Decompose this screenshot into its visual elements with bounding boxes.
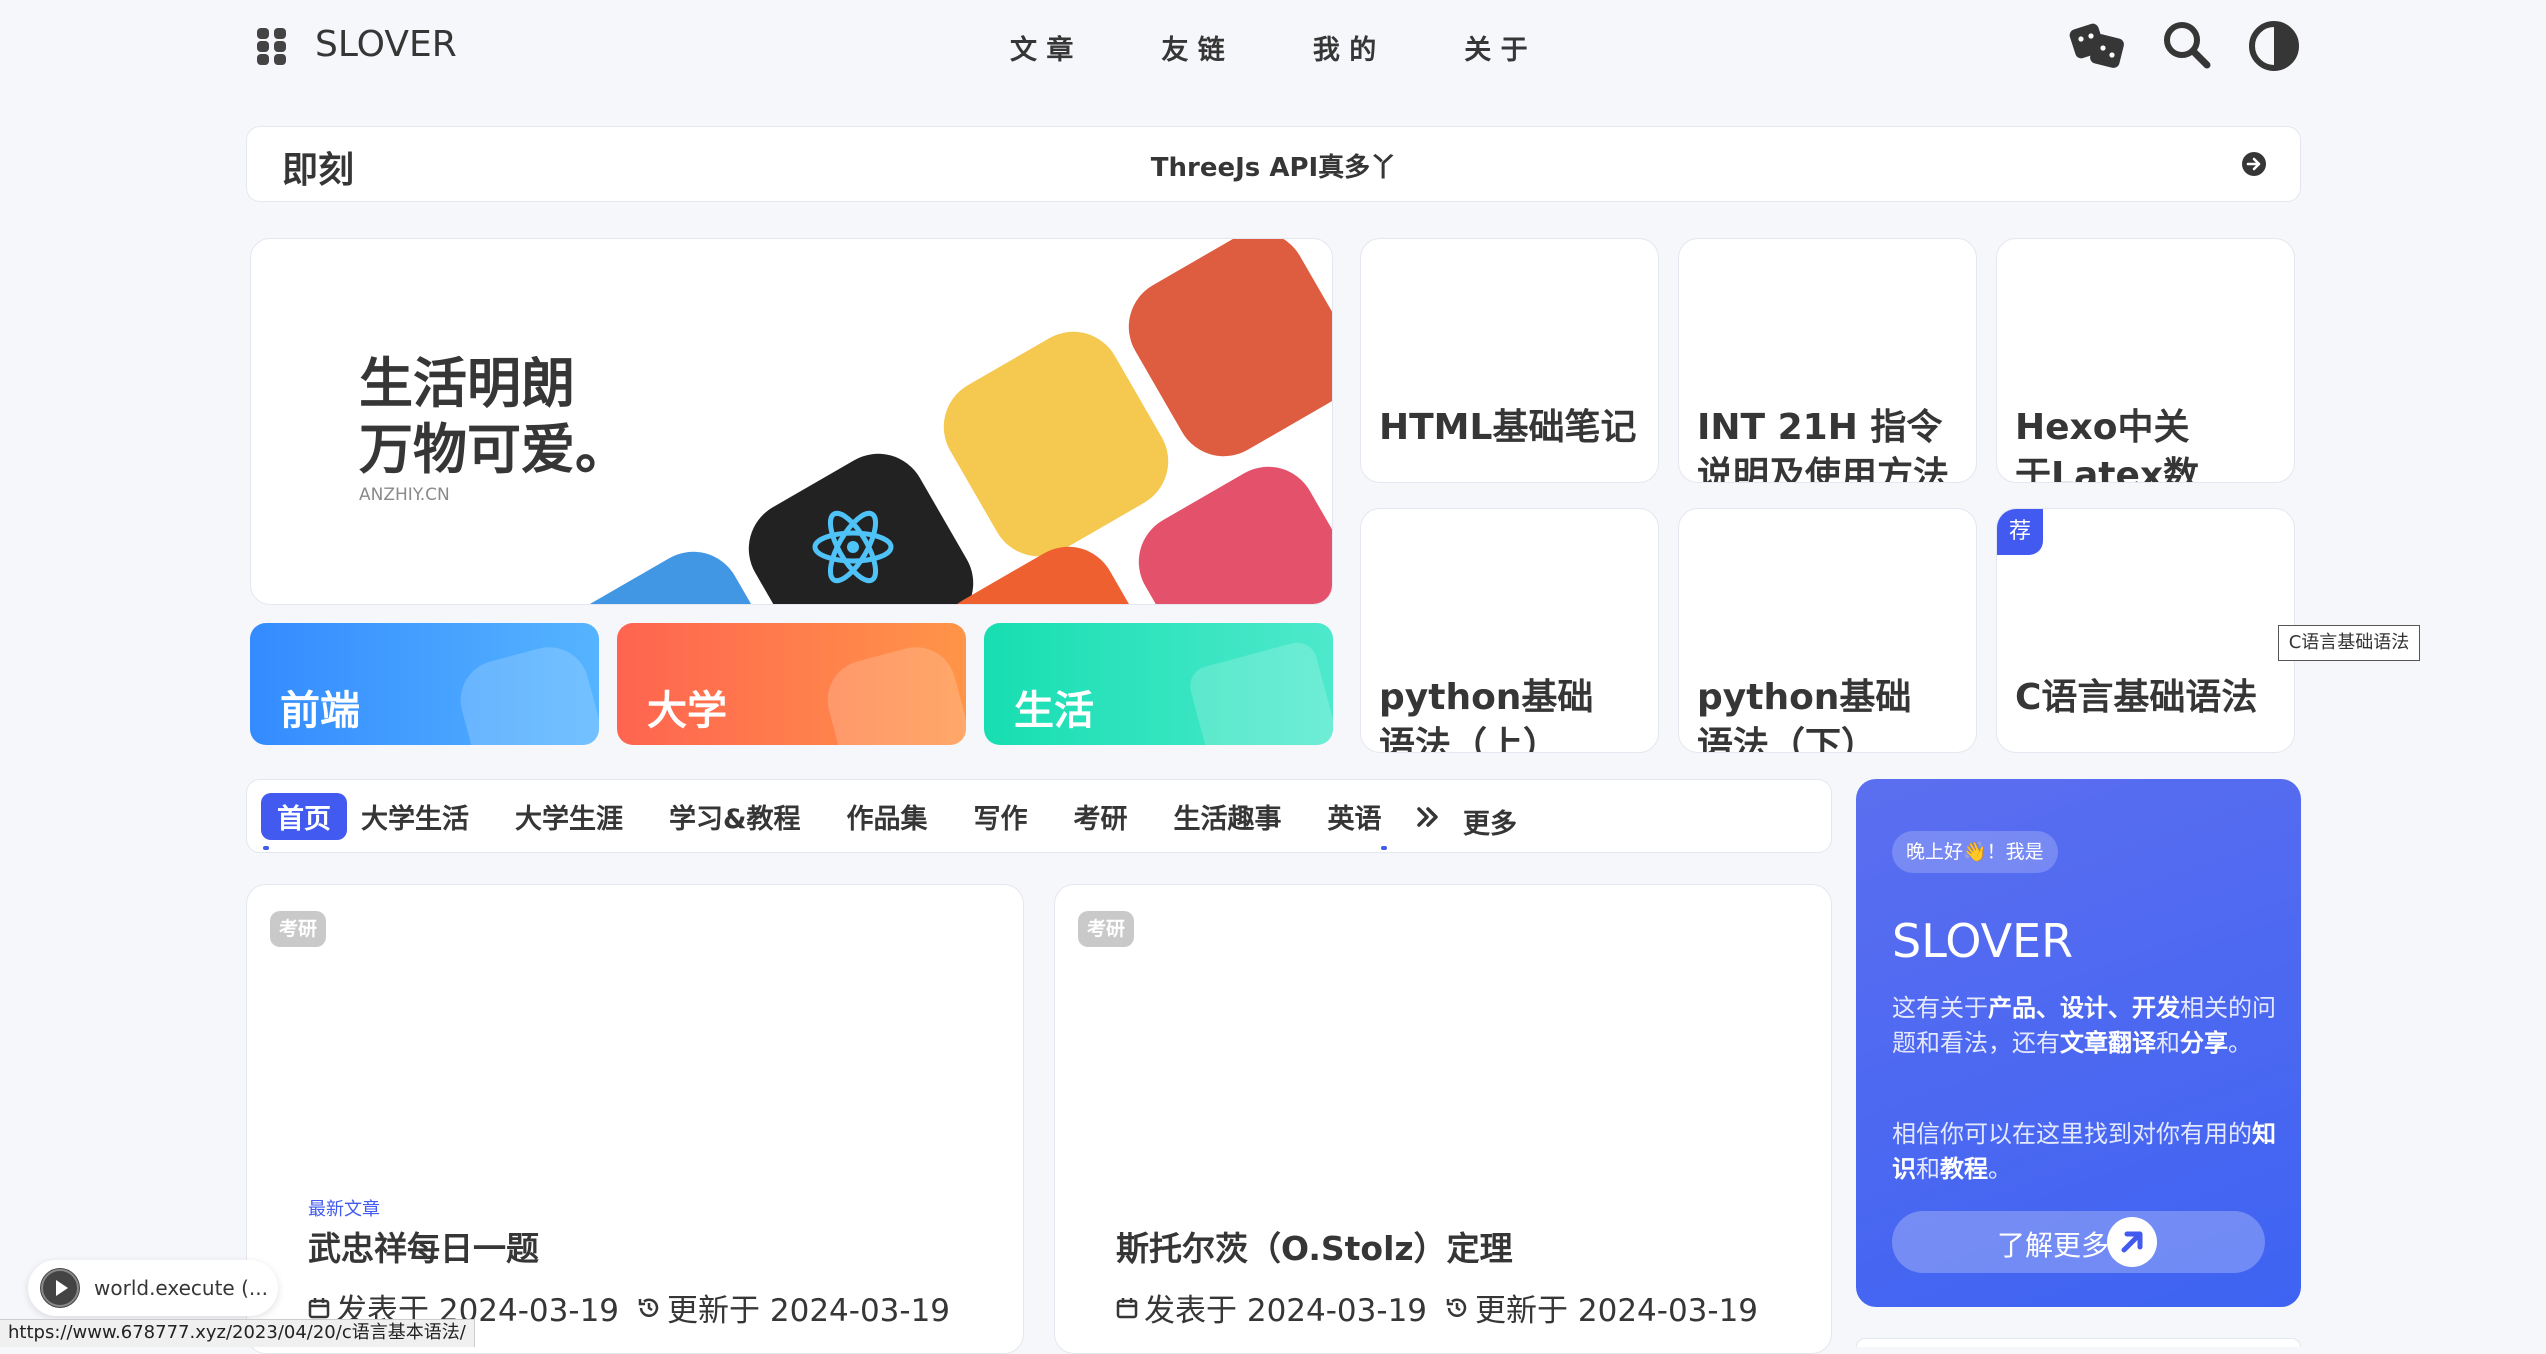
sidebar-card-next bbox=[1856, 1338, 2301, 1347]
calendar-icon bbox=[1116, 1297, 1138, 1318]
music-player[interactable]: world.execute (... bbox=[28, 1260, 278, 1316]
category-decor-icon bbox=[1185, 638, 1333, 745]
tab-more[interactable]: 更多 bbox=[1463, 802, 1517, 841]
category-decor-icon bbox=[451, 638, 599, 745]
search-icon[interactable] bbox=[2162, 20, 2212, 70]
play-icon[interactable] bbox=[40, 1268, 80, 1308]
category-bar: 首页 大学生活 大学生涯 学习&教程 作品集 写作 考研 生活趣事 英语 更多 bbox=[246, 779, 1832, 853]
history-icon bbox=[638, 1298, 659, 1317]
nav-about[interactable]: 关 于 bbox=[1464, 28, 1527, 68]
mini-card-title: HTML基础笔记 bbox=[1379, 407, 1637, 448]
mini-card-title: C语言基础语法 bbox=[2015, 677, 2258, 718]
scroll-indicator bbox=[263, 846, 269, 850]
nav-friends[interactable]: 友 链 bbox=[1161, 28, 1224, 68]
calendar-icon bbox=[308, 1297, 330, 1318]
moment-bar[interactable]: 即刻 ThreeJs API真多丫 bbox=[246, 126, 2301, 202]
profile-intro: 这有关于产品、设计、开发相关的问题和看法，还有文章翻译和分享。 bbox=[1892, 991, 2277, 1061]
tab-home[interactable]: 首页 bbox=[261, 792, 347, 840]
intro-text: 这有关于 bbox=[1892, 994, 1988, 1022]
mini-card[interactable]: python基础语法（上） bbox=[1360, 508, 1659, 753]
top-header: SLOVER 文 章 友 链 我 的 关 于 bbox=[0, 0, 2546, 95]
mini-card[interactable]: INT 21H 指令说明及使用方法 bbox=[1678, 238, 1977, 483]
intro-text: 相信你可以在这里找到对你有用的 bbox=[1892, 1120, 2252, 1148]
category-life[interactable]: 生活 bbox=[984, 623, 1333, 745]
moment-text[interactable]: ThreeJs API真多丫 bbox=[247, 147, 2300, 184]
greeting-chip: 晚上好👋！我是 bbox=[1892, 831, 2058, 873]
post-meta: 发表于 2024-03-19 更新于 2024-03-19 bbox=[1116, 1285, 1758, 1330]
category-label: 前端 bbox=[280, 688, 360, 734]
mini-card-title: python基础语法（上） bbox=[1379, 677, 1594, 753]
mini-card[interactable]: 荐 C语言基础语法 bbox=[1996, 508, 2295, 753]
intro-text: 。 bbox=[2228, 1029, 2252, 1057]
intro-strong: 文章翻译 bbox=[2060, 1029, 2156, 1057]
intro-strong: 分享 bbox=[2180, 1029, 2228, 1057]
profile-card: 晚上好👋！我是 SLOVER 这有关于产品、设计、开发相关的问题和看法，还有文章… bbox=[1856, 779, 2301, 1307]
mini-card[interactable]: python基础语法（下） bbox=[1678, 508, 1977, 753]
post-card[interactable]: 考研 最新文章 武忠祥每日一题 发表于 2024-03-19 更新于 2024-… bbox=[246, 884, 1024, 1354]
profile-intro-2: 相信你可以在这里找到对你有用的知识和教程。 bbox=[1892, 1117, 2277, 1187]
scroll-indicator bbox=[1381, 846, 1387, 850]
hero-illustration bbox=[563, 239, 1332, 604]
tab-college-life[interactable]: 大学生活 bbox=[361, 797, 469, 836]
post-card[interactable]: 考研 斯托尔茨（O.Stolz）定理 发表于 2024-03-19 更新于 20… bbox=[1054, 884, 1832, 1354]
recommend-badge: 荐 bbox=[1997, 509, 2043, 555]
tab-fun[interactable]: 生活趣事 bbox=[1174, 797, 1282, 836]
intro-text: 和 bbox=[1916, 1155, 1940, 1183]
contrast-icon[interactable] bbox=[2248, 20, 2300, 72]
post-newest-label: 最新文章 bbox=[308, 1199, 380, 1220]
category-frontend[interactable]: 前端 bbox=[250, 623, 599, 745]
nav-mine[interactable]: 我 的 bbox=[1313, 28, 1376, 68]
main-nav: 文 章 友 链 我 的 关 于 bbox=[1010, 28, 1550, 68]
tab-writing[interactable]: 写作 bbox=[974, 797, 1028, 836]
post-title[interactable]: 武忠祥每日一题 bbox=[308, 1222, 539, 1270]
arrow-up-right-icon bbox=[2107, 1217, 2157, 1267]
mini-card-title: Hexo中关于Latex数学符 bbox=[2015, 407, 2200, 483]
track-title: world.execute (... bbox=[94, 1276, 268, 1300]
intro-strong: 产品、设计、开发 bbox=[1988, 994, 2180, 1022]
nav-articles[interactable]: 文 章 bbox=[1010, 28, 1073, 68]
double-chevron-right-icon[interactable] bbox=[1415, 804, 1441, 830]
post-title[interactable]: 斯托尔茨（O.Stolz）定理 bbox=[1116, 1222, 1513, 1270]
hero-banner[interactable]: 生活明朗 万物可爱。 ANZHIY.CN bbox=[250, 238, 1333, 605]
hover-tooltip: C语言基础语法 bbox=[2278, 625, 2420, 661]
learn-more-button[interactable]: 了解更多 bbox=[1892, 1211, 2265, 1273]
post-updated: 更新于 2024-03-19 bbox=[1475, 1293, 1759, 1329]
menu-grid-icon[interactable] bbox=[256, 26, 288, 66]
tab-study[interactable]: 学习&教程 bbox=[669, 797, 801, 836]
mini-card-title: INT 21H 指令说明及使用方法 bbox=[1697, 407, 1950, 483]
post-tag[interactable]: 考研 bbox=[270, 911, 326, 947]
site-brand[interactable]: SLOVER bbox=[315, 24, 457, 70]
history-icon bbox=[1446, 1298, 1467, 1317]
mini-card-title: python基础语法（下） bbox=[1697, 677, 1912, 753]
tab-kaoyan[interactable]: 考研 bbox=[1074, 797, 1128, 836]
tab-college-career[interactable]: 大学生涯 bbox=[515, 797, 623, 836]
mini-card[interactable]: HTML基础笔记 bbox=[1360, 238, 1659, 483]
post-updated: 更新于 2024-03-19 bbox=[667, 1293, 951, 1329]
intro-strong: 教程 bbox=[1940, 1155, 1988, 1183]
post-tag[interactable]: 考研 bbox=[1078, 911, 1134, 947]
tab-works[interactable]: 作品集 bbox=[847, 797, 928, 836]
mini-card[interactable]: Hexo中关于Latex数学符 bbox=[1996, 238, 2295, 483]
learn-more-label: 了解更多 bbox=[1997, 1229, 2110, 1262]
intro-text: 。 bbox=[1988, 1155, 2012, 1183]
intro-text: 和 bbox=[2156, 1029, 2180, 1057]
category-university[interactable]: 大学 bbox=[617, 623, 966, 745]
dice-icon[interactable] bbox=[2068, 20, 2128, 72]
category-decor-icon bbox=[818, 638, 966, 745]
tab-english[interactable]: 英语 bbox=[1328, 797, 1382, 836]
profile-name: SLOVER bbox=[1892, 914, 2074, 968]
category-tabs: 首页 大学生活 大学生涯 学习&教程 作品集 写作 考研 生活趣事 英语 bbox=[261, 792, 1382, 840]
category-label: 生活 bbox=[1014, 688, 1094, 734]
post-published: 发表于 2024-03-19 bbox=[1144, 1293, 1428, 1329]
arrow-right-circle-icon[interactable] bbox=[2241, 151, 2267, 177]
status-bar-url: https://www.678777.xyz/2023/04/20/c语言基本语… bbox=[0, 1319, 475, 1347]
category-label: 大学 bbox=[647, 688, 727, 734]
